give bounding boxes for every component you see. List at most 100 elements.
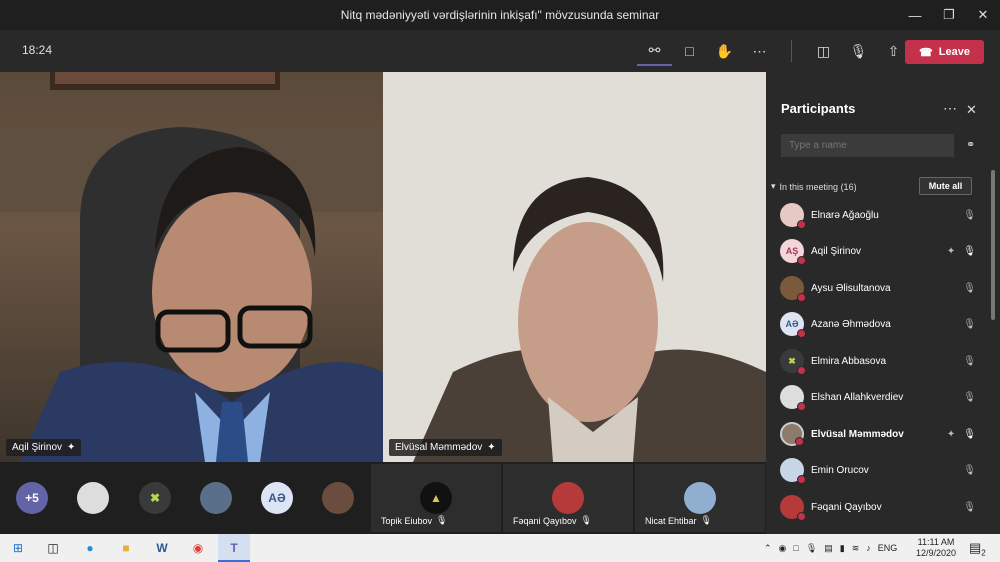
video-name-tag: Aqil Şirinov ✦ xyxy=(6,439,82,456)
mic-off-icon: 🎙 xyxy=(580,515,592,525)
chevron-down-icon: ▾ xyxy=(771,181,776,191)
pin-icon: ✦ xyxy=(487,442,496,453)
more-actions-icon[interactable]: ⋯ xyxy=(742,36,777,66)
participant-name: Aqil Şirinov xyxy=(811,245,862,257)
camera-tray-icon[interactable]: ◉ xyxy=(779,543,787,554)
pin-icon[interactable]: ✦ xyxy=(947,246,955,257)
participant-name: Aysu Əlisultanova xyxy=(811,282,891,294)
mic-off-icon: 🎙 xyxy=(963,501,976,513)
network-tray-icon[interactable]: ▤ xyxy=(824,543,833,554)
participant-tile[interactable]: Nicat Ehtibar 🎙 xyxy=(635,464,765,532)
participant-name: Fəqani Qayıbov xyxy=(811,501,882,513)
more-options-icon[interactable]: ⋯ xyxy=(943,100,957,117)
participant-avatar[interactable] xyxy=(322,482,354,514)
title-bar: Nitq mədəniyyəti vərdişlərinin inkişafı"… xyxy=(0,0,1000,30)
chrome-icon[interactable]: ◉ xyxy=(188,538,208,558)
tray-clock[interactable]: 11:11 AM 12/9/2020 xyxy=(916,537,956,559)
mic-off-icon: 🎙 xyxy=(963,464,976,476)
chevron-up-icon[interactable]: ⌃ xyxy=(764,543,772,554)
panel-scrollbar[interactable] xyxy=(991,170,995,320)
status-dot xyxy=(797,512,806,521)
mic-icon: 🎙 xyxy=(963,428,976,440)
tile-name: Topik Eiubov 🎙 xyxy=(381,515,448,526)
mic-off-icon[interactable]: 🎙 xyxy=(841,36,876,66)
participant-name: Elnarə Ağaoğlu xyxy=(811,209,879,221)
avatar: ✖ xyxy=(780,349,806,375)
participant-avatar xyxy=(552,482,584,514)
close-icon[interactable]: ✕ xyxy=(966,102,977,118)
notification-count: 2 xyxy=(981,548,986,558)
raise-hand-icon[interactable]: ✋ xyxy=(707,36,742,66)
participant-row[interactable]: ✖ Elmira Abbasova 🎙 xyxy=(780,346,976,376)
status-dot xyxy=(797,329,806,338)
word-icon[interactable]: W xyxy=(152,538,172,558)
volume-icon[interactable]: ♪ xyxy=(866,543,871,553)
status-dot xyxy=(797,475,806,484)
participant-row[interactable]: AŞ Aqil Şirinov ✦ 🎙 xyxy=(780,236,976,266)
participant-row[interactable]: Aysu Əlisultanova 🎙 xyxy=(780,273,976,303)
start-icon[interactable]: ⊞ xyxy=(8,538,28,558)
wifi-icon[interactable]: ≋ xyxy=(852,543,860,554)
leave-button[interactable]: ☎ Leave xyxy=(905,40,984,64)
status-dot xyxy=(797,220,806,229)
window-controls: — ❐ ✕ xyxy=(898,0,1000,30)
pin-icon[interactable]: ✦ xyxy=(947,429,955,440)
meeting-timer: 18:24 xyxy=(22,43,53,57)
participant-avatar: ▲ xyxy=(420,482,452,514)
file-explorer-icon[interactable]: ■ xyxy=(116,538,136,558)
mute-all-button[interactable]: Mute all xyxy=(919,177,972,195)
maximize-icon[interactable]: ❐ xyxy=(932,0,966,30)
battery-icon[interactable]: ▮ xyxy=(840,543,845,554)
participant-strip: +5 ✖ AƏ ▲ Topik Eiubov 🎙 Fəqani Qayıbov … xyxy=(0,462,766,534)
avatar: AŞ xyxy=(780,239,806,265)
avatar: AƏ xyxy=(780,312,806,338)
camera-off-icon[interactable]: ◫ xyxy=(806,36,841,66)
participant-avatar[interactable] xyxy=(200,482,232,514)
phone-icon: ☎ xyxy=(919,46,933,59)
participants-panel: Participants ⋯ ✕ ⚭ ▾ In this meeting (16… xyxy=(766,72,1000,534)
avatar xyxy=(780,458,806,484)
participant-tile[interactable]: Fəqani Qayıbov 🎙 xyxy=(503,464,633,532)
section-header[interactable]: ▾ In this meeting (16) xyxy=(771,181,857,192)
participant-row[interactable]: Elvüsal Məmmədov ✦ 🎙 xyxy=(780,419,976,449)
participant-avatar xyxy=(684,482,716,514)
mic-off-icon: 🎙 xyxy=(963,318,976,330)
status-dot xyxy=(797,293,806,302)
participant-row[interactable]: Elshan Allahkverdiev 🎙 xyxy=(780,382,976,412)
task-view-icon[interactable]: ◫ xyxy=(43,538,63,558)
participant-tile[interactable]: ▲ Topik Eiubov 🎙 xyxy=(371,464,501,532)
teams-tray-icon[interactable]: □ xyxy=(793,543,798,553)
video-stage: Aqil Şirinov ✦ Elvüsal Məmmədov ✦ xyxy=(0,72,766,462)
search-input[interactable] xyxy=(781,134,954,157)
close-window-icon[interactable]: ✕ xyxy=(966,0,1000,30)
window-title: Nitq mədəniyyəti vərdişlərinin inkişafı"… xyxy=(340,8,660,22)
participant-row[interactable]: Elnarə Ağaoğlu 🎙 xyxy=(780,200,976,230)
initials-avatar[interactable]: AƏ xyxy=(261,482,293,514)
participant-avatar[interactable]: ✖ xyxy=(139,482,171,514)
participant-avatar[interactable] xyxy=(77,482,109,514)
minimize-icon[interactable]: — xyxy=(898,0,932,30)
toolbar-divider xyxy=(791,40,792,62)
avatar xyxy=(780,276,806,302)
participant-row[interactable]: Emin Orucov 🎙 xyxy=(780,455,976,485)
edge-icon[interactable]: ● xyxy=(80,538,100,558)
teams-icon[interactable]: T xyxy=(224,538,244,558)
participant-name: Emin Orucov xyxy=(811,464,869,476)
taskbar: ⊞ ◫ ● ■ W ◉ T ⌃ ◉ □ 🎙 ▤ ▮ ≋ ♪ ENG 11:11 … xyxy=(0,534,1000,562)
notification-icon[interactable]: ▤2 xyxy=(969,540,986,558)
panel-title: Participants xyxy=(781,101,856,116)
participant-row[interactable]: AƏ Azanə Əhmədova 🎙 xyxy=(780,309,976,339)
avatar xyxy=(780,385,806,411)
language-indicator[interactable]: ENG xyxy=(878,543,898,553)
video-feed-left[interactable]: Aqil Şirinov ✦ xyxy=(0,72,383,462)
participants-icon[interactable]: ⚯ xyxy=(637,36,672,66)
video-feed-right[interactable]: Elvüsal Məmmədov ✦ xyxy=(383,72,766,462)
chat-icon[interactable]: □ xyxy=(672,36,707,66)
participant-row[interactable]: Fəqani Qayıbov 🎙 xyxy=(780,492,976,522)
overflow-avatar[interactable]: +5 xyxy=(16,482,48,514)
share-invite-icon[interactable]: ⚭ xyxy=(966,138,975,151)
mic-off-icon: 🎙 xyxy=(436,515,448,525)
video-name-tag: Elvüsal Məmmədov ✦ xyxy=(389,439,502,456)
mic-tray-icon[interactable]: 🎙 xyxy=(806,543,817,554)
video-frame-left xyxy=(0,72,383,462)
